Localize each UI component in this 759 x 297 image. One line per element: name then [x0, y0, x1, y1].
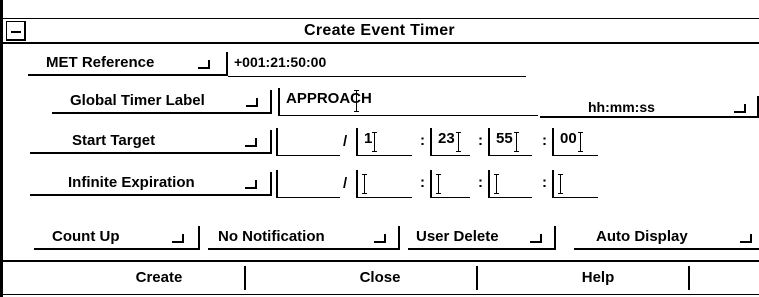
window-bottom-border: [3, 294, 759, 295]
global-timer-label-text: Global Timer Label: [70, 92, 205, 109]
text-cursor-icon: [456, 132, 461, 152]
slash-separator: /: [343, 175, 348, 192]
met-underline: [228, 76, 526, 77]
text-cursor-icon: [372, 132, 377, 152]
notification-label: No Notification: [218, 228, 325, 245]
option-menu-icon: [740, 234, 752, 243]
create-button[interactable]: Create: [72, 266, 246, 290]
expire-days-input[interactable]: [356, 170, 412, 198]
timer-label-input[interactable]: APPROACH: [278, 88, 538, 116]
dialog-title: Create Event Timer: [304, 22, 455, 39]
option-menu-icon: [530, 234, 542, 243]
count-direction-label: Count Up: [52, 228, 120, 245]
colon-separator: :: [542, 132, 547, 149]
text-cursor-icon: [354, 90, 359, 112]
colon-separator: :: [420, 174, 425, 191]
time-format-menu[interactable]: hh:mm:ss: [540, 96, 759, 118]
expire-day-input[interactable]: [276, 170, 340, 198]
start-minutes-input[interactable]: 55: [488, 128, 532, 156]
time-format-label: hh:mm:ss: [588, 99, 655, 115]
met-reference-label: MET Reference: [46, 54, 155, 71]
start-target-label: Start Target: [72, 132, 156, 149]
text-cursor-icon: [558, 174, 563, 194]
timer-label-value: APPROACH: [286, 90, 372, 107]
delete-mode-label: User Delete: [416, 228, 499, 245]
expire-seconds-input[interactable]: [552, 170, 598, 198]
help-button[interactable]: Help: [506, 266, 690, 290]
option-menu-icon: [245, 138, 257, 147]
option-menu-icon: [198, 60, 210, 69]
option-menu-icon: [734, 104, 746, 113]
display-mode-menu[interactable]: Auto Display: [574, 226, 759, 250]
delete-mode-menu[interactable]: User Delete: [408, 226, 556, 250]
global-timer-label-menu[interactable]: Global Timer Label: [52, 90, 272, 114]
met-value: +001:21:50:00: [234, 54, 327, 70]
colon-separator: :: [478, 174, 483, 191]
slash-separator: /: [343, 133, 348, 150]
expire-minutes-input[interactable]: [488, 170, 532, 198]
text-cursor-icon: [578, 132, 583, 152]
option-menu-icon: [246, 98, 258, 107]
start-day-input[interactable]: [276, 128, 340, 156]
button-row-separator: [3, 260, 759, 262]
count-direction-menu[interactable]: Count Up: [34, 226, 200, 250]
expire-hours-input[interactable]: [430, 170, 470, 198]
colon-separator: :: [420, 132, 425, 149]
text-cursor-icon: [362, 174, 367, 194]
start-seconds-input[interactable]: 00: [552, 128, 598, 156]
expiration-label: Infinite Expiration: [68, 174, 195, 191]
start-hours-input[interactable]: 23: [430, 128, 470, 156]
start-target-menu[interactable]: Start Target: [30, 130, 272, 154]
option-menu-icon: [245, 180, 257, 189]
display-mode-label: Auto Display: [596, 228, 688, 245]
colon-separator: :: [478, 132, 483, 149]
met-reference-menu[interactable]: MET Reference: [28, 52, 228, 76]
option-menu-icon: [374, 234, 386, 243]
expiration-menu[interactable]: Infinite Expiration: [30, 172, 272, 196]
start-days-input[interactable]: 1: [356, 128, 412, 156]
close-button[interactable]: Close: [282, 266, 478, 290]
text-cursor-icon: [514, 132, 519, 152]
colon-separator: :: [542, 174, 547, 191]
option-menu-icon: [172, 234, 184, 243]
notification-menu[interactable]: No Notification: [208, 226, 400, 250]
text-cursor-icon: [436, 174, 441, 194]
text-cursor-icon: [494, 174, 499, 194]
